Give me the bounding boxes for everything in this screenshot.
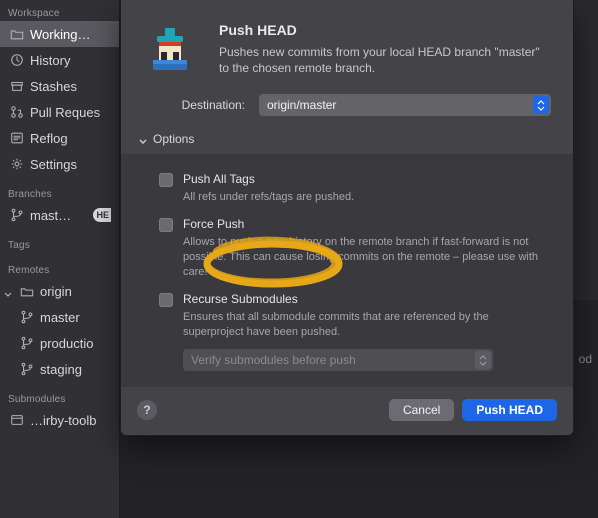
sidebar-item-settings[interactable]: Settings <box>0 151 119 177</box>
sidebar-item-remote-staging[interactable]: staging <box>0 356 119 382</box>
submodule-icon <box>10 413 24 427</box>
sidebar: Workspace Working… History Stashes Pull … <box>0 0 120 518</box>
gear-icon <box>10 157 24 171</box>
branch-icon <box>10 208 24 222</box>
head-badge: HE <box>93 208 111 222</box>
group-branches-header: Branches <box>0 185 119 202</box>
recurse-submodules-checkbox[interactable] <box>159 293 173 307</box>
branch-icon <box>20 336 34 350</box>
dialog-title: Push HEAD <box>219 22 551 38</box>
select-stepper-icon <box>475 351 491 369</box>
sidebar-item-stashes[interactable]: Stashes <box>0 73 119 99</box>
chevron-down-icon <box>139 135 147 143</box>
group-tags-header: Tags <box>0 236 119 253</box>
sidebar-item-history[interactable]: History <box>0 47 119 73</box>
branch-icon <box>20 362 34 376</box>
dialog-subtitle: Pushes new commits from your local HEAD … <box>219 44 551 76</box>
sidebar-item-branch-master[interactable]: mast… HE <box>0 202 119 228</box>
push-all-tags-desc: All refs under refs/tags are pushed. <box>143 189 543 215</box>
sidebar-item-pull-requests[interactable]: Pull Reques <box>0 99 119 125</box>
recurse-submodules-desc: Ensures that all submodule commits that … <box>143 309 543 350</box>
chevron-down-icon <box>4 287 12 295</box>
group-workspace-header: Workspace <box>0 4 119 21</box>
sidebar-item-working-copy[interactable]: Working… <box>0 21 119 47</box>
branch-icon <box>20 310 34 324</box>
cloud-folder-icon <box>20 284 34 298</box>
sidebar-item-remote-origin[interactable]: origin <box>0 278 119 304</box>
list-icon <box>10 131 24 145</box>
verify-submodules-placeholder: Verify submodules before push <box>191 353 356 367</box>
help-button[interactable]: ? <box>137 400 157 420</box>
options-body: Push All Tags All refs under refs/tags a… <box>121 154 573 387</box>
push-all-tags-label: Push All Tags <box>183 172 255 186</box>
sidebar-item-remote-master[interactable]: master <box>0 304 119 330</box>
group-remotes-header: Remotes <box>0 261 119 278</box>
destination-select[interactable]: origin/master <box>259 94 551 116</box>
sidebar-item-submodule[interactable]: …irby-toolb <box>0 407 119 433</box>
archivebox-icon <box>10 79 24 93</box>
cancel-button[interactable]: Cancel <box>389 399 454 421</box>
verify-submodules-select[interactable]: Verify submodules before push <box>183 349 493 371</box>
force-push-checkbox[interactable] <box>159 218 173 232</box>
push-head-dialog: Push HEAD Pushes new commits from your l… <box>120 0 574 436</box>
destination-row: Destination: origin/master <box>121 88 573 126</box>
recurse-submodules-label: Recurse Submodules <box>183 292 298 306</box>
background-truncated-text: od <box>579 352 592 366</box>
push-head-button[interactable]: Push HEAD <box>462 399 557 421</box>
sidebar-item-reflog[interactable]: Reflog <box>0 125 119 151</box>
pull-request-icon <box>10 105 24 119</box>
push-all-tags-checkbox[interactable] <box>159 173 173 187</box>
select-stepper-icon <box>533 96 549 114</box>
tower-app-icon <box>143 22 197 76</box>
force-push-desc: Allows to push a new history on the remo… <box>143 234 543 290</box>
folder-icon <box>10 27 24 41</box>
group-submodules-header: Submodules <box>0 390 119 407</box>
options-disclosure[interactable]: Options <box>121 126 573 154</box>
force-push-label: Force Push <box>183 217 244 231</box>
options-label: Options <box>153 132 194 146</box>
sidebar-item-remote-production[interactable]: productio <box>0 330 119 356</box>
clock-icon <box>10 53 24 67</box>
destination-value: origin/master <box>267 98 336 112</box>
destination-label: Destination: <box>143 98 245 112</box>
